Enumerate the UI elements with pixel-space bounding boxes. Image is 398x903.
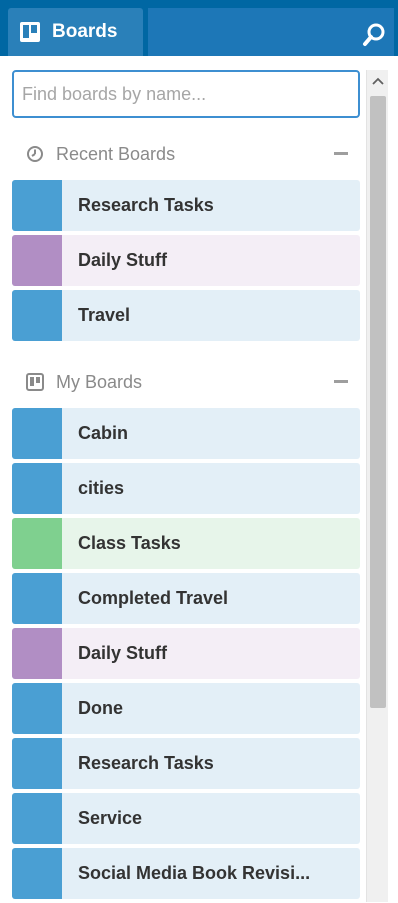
clock-icon [26, 145, 44, 163]
header-bar: Boards [0, 0, 398, 56]
board-name: Social Media Book Revisi... [78, 863, 311, 883]
board-item[interactable]: Daily Stuff [12, 628, 360, 679]
board-name: Completed Travel [78, 588, 229, 608]
scroll-up-arrow-icon[interactable] [367, 70, 389, 92]
my-boards-list: Cabin cities Class Tasks Completed Travel Da… [12, 408, 360, 903]
board-item[interactable]: Daily Stuff [12, 235, 360, 286]
board-name: Travel [78, 305, 131, 325]
board-item[interactable]: cities [12, 463, 360, 514]
board-name: Research Tasks [78, 753, 214, 773]
board-name: Cabin [78, 423, 129, 443]
board-name: Research Tasks [78, 195, 214, 215]
board-item[interactable]: Social Media Book Revisi... [12, 848, 360, 899]
board-name: Daily Stuff [78, 250, 168, 270]
my-boards-title: My Boards [56, 371, 143, 392]
board-color-thumbnail [12, 628, 62, 679]
board-name: Daily Stuff [78, 643, 168, 663]
board-item[interactable]: Class Tasks [12, 518, 360, 569]
board-color-thumbnail [12, 573, 62, 624]
boards-drawer: Recent Boards Research Tasks Daily Stuff T… [0, 56, 398, 902]
board-color-thumbnail [12, 180, 62, 231]
board-color-thumbnail [12, 848, 62, 899]
recent-collapse-minus-icon[interactable] [334, 152, 348, 155]
board-name: cities [78, 478, 125, 498]
recent-boards-title: Recent Boards [56, 143, 176, 164]
board-color-thumbnail [12, 518, 62, 569]
recent-boards-header: Recent Boards [12, 136, 360, 172]
my-boards-header: My Boards [12, 364, 360, 400]
board-color-thumbnail [12, 463, 62, 514]
board-item[interactable]: Travel [12, 290, 360, 341]
board-item[interactable]: Research Tasks [12, 738, 360, 789]
board-name: Class Tasks [78, 533, 181, 553]
board-color-thumbnail [12, 738, 62, 789]
find-boards-input[interactable] [12, 70, 360, 118]
board-color-thumbnail [12, 235, 62, 286]
board-color-thumbnail [12, 290, 62, 341]
recent-boards-list: Research Tasks Daily Stuff Travel [12, 180, 360, 345]
board-item[interactable]: Research Tasks [12, 180, 360, 231]
scrollbar[interactable] [366, 70, 388, 902]
board-item[interactable]: Cabin [12, 408, 360, 459]
boards-button-label: Boards [52, 21, 118, 42]
board-color-thumbnail [12, 408, 62, 459]
scroll-thumb[interactable] [370, 96, 386, 708]
board-color-thumbnail [12, 793, 62, 844]
board-name: Service [78, 808, 143, 828]
search-icon[interactable] [362, 22, 388, 48]
boards-button[interactable]: Boards [8, 8, 143, 56]
board-color-thumbnail [12, 683, 62, 734]
board-item[interactable]: Completed Travel [12, 573, 360, 624]
header-search-area [148, 8, 394, 56]
board-name: Done [78, 698, 123, 718]
board-item[interactable]: Service [12, 793, 360, 844]
boards-outline-icon [26, 373, 44, 391]
board-item[interactable]: Done [12, 683, 360, 734]
boards-icon [20, 22, 40, 42]
my-collapse-minus-icon[interactable] [334, 380, 348, 383]
